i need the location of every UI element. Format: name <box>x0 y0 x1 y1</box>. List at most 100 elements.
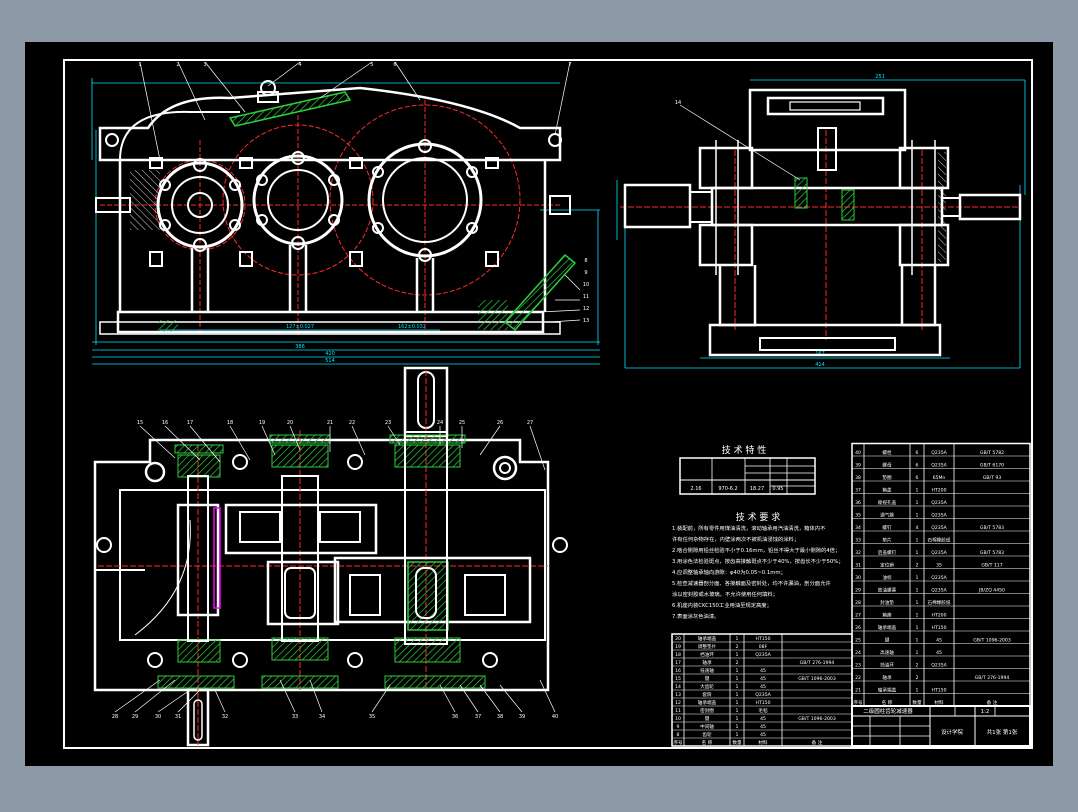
parts-list-cell: 21 <box>855 687 861 693</box>
parts-list-cell: Q235A <box>931 587 947 593</box>
parts-list-cell: 1 <box>736 724 739 730</box>
parts-list-cell: 键 <box>705 675 710 682</box>
parts-list-cell: 45 <box>760 724 766 730</box>
parts-list-cell: Q235A <box>931 500 947 506</box>
parts-list-cell: 挡油环 <box>700 651 714 658</box>
parts-list-cell: 30 <box>855 575 861 581</box>
parts-list-cell: 18 <box>675 652 681 658</box>
tech-requirement-line: 5.检查减速器剖分面、各接触面及密封处，均不许漏油，剖分面允许 <box>672 579 831 587</box>
parts-list-cell: 垫片 <box>882 536 892 543</box>
parts-list-cell: 名 称 <box>702 739 713 746</box>
parts-list-cell: Q235A <box>931 512 947 518</box>
part-balloon: 14 <box>675 100 681 106</box>
part-balloon: 19 <box>259 420 265 426</box>
part-balloon: 10 <box>583 282 589 288</box>
parts-list-cell: 定位销 <box>880 561 894 568</box>
part-balloon: 21 <box>327 420 333 426</box>
parts-list-cell: 高速轴 <box>880 649 894 656</box>
parts-list-cell: JB/ZQ 4450 <box>978 587 1005 593</box>
part-balloon: 13 <box>583 318 589 324</box>
part-balloon: 22 <box>349 420 355 426</box>
parts-list-cell: 22 <box>855 675 861 681</box>
parts-list-cell: 1 <box>916 500 919 506</box>
parts-list-cell: 1 <box>736 652 739 658</box>
drawing-scale: 1:2 <box>981 709 990 715</box>
parts-list-cell: 39 <box>855 462 861 468</box>
part-balloon: 37 <box>475 714 481 720</box>
parts-list-cell: 1 <box>916 600 919 606</box>
tech-requirement-line: 许有任何杂物存在，内壁涂两次不被机油浸蚀的涂料； <box>672 535 799 543</box>
parts-list-cell: 15 <box>675 676 681 682</box>
part-balloon: 29 <box>132 714 138 720</box>
parts-list-cell: 通气器 <box>880 511 894 518</box>
parts-list-cell: 1 <box>916 612 919 618</box>
tech-cell-3: 18.27 <box>750 486 764 492</box>
parts-list-cell: 轴承端盖 <box>698 699 717 706</box>
parts-list-cell: Q235A <box>931 450 947 456</box>
part-balloon: 40 <box>552 714 558 720</box>
parts-list-cell: HT200 <box>931 612 946 618</box>
parts-list-cell: 1 <box>916 587 919 593</box>
parts-list-cell: GB/T 276-1994 <box>800 660 835 666</box>
tech-requirement-line: 2.啮合侧隙用铅丝检验不小于0.16mm，铅丝不得大于最小侧隙的4倍； <box>672 546 840 554</box>
part-balloon: 38 <box>497 714 503 720</box>
parts-list-cell: 32 <box>855 550 861 556</box>
part-balloon: 20 <box>287 420 293 426</box>
parts-list-cell: 45 <box>760 732 766 738</box>
parts-list-cell: GB/T 5783 <box>980 525 1004 531</box>
part-balloon: 26 <box>497 420 503 426</box>
parts-list-cell: 齿轮 <box>702 731 712 738</box>
parts-list-cell: 1 <box>736 732 739 738</box>
tech-requirements-title: 技 术 要 求 <box>736 511 781 523</box>
part-balloon: 24 <box>437 420 443 426</box>
parts-list-cell: 封油垫 <box>880 599 894 606</box>
part-balloon: 25 <box>459 420 465 426</box>
parts-list-cell: 套筒 <box>702 691 712 698</box>
parts-list-cell: Q235A <box>931 575 947 581</box>
cad-drawing-sheet: 127±0.027 162±0.032 386 420 514 251 167 … <box>0 0 1078 808</box>
part-balloon: 34 <box>319 714 325 720</box>
parts-list-cell: 中间轴 <box>700 723 714 730</box>
tech-cell-2: 970-6.2 <box>718 486 737 492</box>
parts-list-cell: 26 <box>855 625 861 631</box>
tech-requirement-line: 3.用涂色法检验斑点，按齿高接触斑点不少于40%，按齿长不少于50%； <box>672 557 844 565</box>
parts-list-cell: 2 <box>736 660 739 666</box>
parts-list-cell: 垫圈 <box>882 474 892 481</box>
parts-list-cell: 6 <box>916 462 919 468</box>
parts-list-cell: 名 称 <box>882 699 893 706</box>
parts-list-cell: 24 <box>855 650 861 656</box>
parts-list-cell: 20 <box>675 636 681 642</box>
parts-list-cell: 螺栓 <box>882 449 892 456</box>
svg-text:514: 514 <box>325 358 335 364</box>
parts-list-cell: 1 <box>736 636 739 642</box>
parts-list-cell: 备 注 <box>987 699 998 706</box>
parts-list-cell: GB/T 117 <box>981 562 1002 568</box>
parts-list-cell: 轴承端盖 <box>878 624 897 631</box>
tech-requirement-line: 4.应调整轴承轴向游隙：φ40为0.05~0.1mm； <box>672 568 786 576</box>
parts-list-cell: 33 <box>855 537 861 543</box>
parts-list-cell: 35 <box>855 512 861 518</box>
part-balloon: 4 <box>298 62 301 68</box>
parts-list-cell: 17 <box>675 660 681 666</box>
part-balloon: 5 <box>370 62 373 68</box>
parts-list-cell: 45 <box>760 676 766 682</box>
parts-list-cell: 1 <box>736 716 739 722</box>
parts-list-cell: 1 <box>916 687 919 693</box>
parts-list-cell: 08F <box>759 644 768 650</box>
parts-list-cell: 29 <box>855 587 861 593</box>
parts-list-cell: 键 <box>705 715 710 722</box>
parts-list-cell: 45 <box>760 716 766 722</box>
part-balloon: 12 <box>583 306 589 312</box>
parts-list-cell: 11 <box>675 708 681 714</box>
part-balloon: 31 <box>175 714 181 720</box>
part-balloon: 15 <box>137 420 143 426</box>
parts-list-cell: 4 <box>916 525 919 531</box>
part-balloon: 9 <box>584 270 587 276</box>
parts-list-cell: 35 <box>936 562 942 568</box>
parts-list-cell: 启盖螺钉 <box>878 549 897 556</box>
parts-list-cell: 1 <box>916 650 919 656</box>
company-name: 设计学院 <box>941 728 964 736</box>
part-balloon: 1 <box>138 62 141 68</box>
parts-list-cell: 2 <box>916 675 919 681</box>
parts-list-cell: 1 <box>916 625 919 631</box>
